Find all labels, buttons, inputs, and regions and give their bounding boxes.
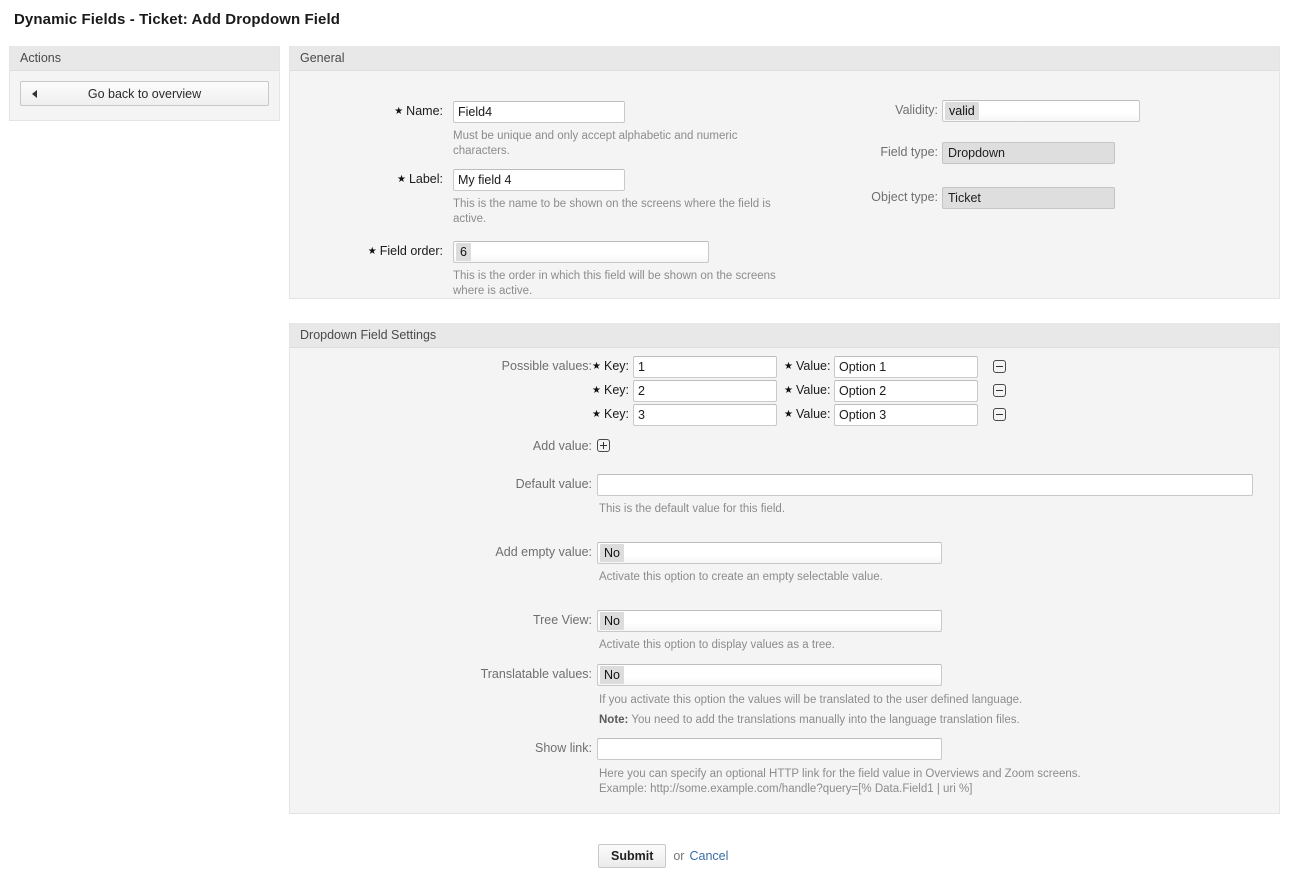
label-label: ★ Label: (396, 172, 443, 186)
name-hint: Must be unique and only accept alphabeti… (453, 130, 738, 157)
possible-value-value-input[interactable] (834, 404, 978, 426)
default-value-label: Default value: (515, 477, 592, 491)
add-empty-value-value: No (600, 544, 624, 562)
field-order-hint: This is the order in which this field wi… (453, 270, 776, 297)
show-link-input[interactable] (597, 738, 942, 760)
translatable-values-note: Note: You need to add the translations m… (599, 713, 1295, 728)
label-hint: This is the name to be shown on the scre… (453, 198, 771, 225)
dropdown-settings-header: Dropdown Field Settings (290, 323, 1279, 348)
cancel-link[interactable]: Cancel (689, 849, 728, 863)
validity-label: Validity: (895, 103, 938, 117)
required-star-icon: ★ (394, 106, 404, 117)
note-text: You need to add the translations manuall… (628, 714, 1020, 726)
required-star-icon: ★ (592, 409, 601, 420)
possible-value-key-input[interactable] (633, 380, 777, 402)
add-value-icon[interactable] (597, 439, 610, 452)
actions-body: Go back to overview (10, 71, 279, 120)
required-star-icon: ★ (784, 361, 793, 372)
possible-value-key-input[interactable] (633, 404, 777, 426)
value-label: ★ Value: (784, 383, 831, 397)
key-label: ★ Key: (592, 359, 629, 373)
or-text: or (673, 849, 685, 863)
actions-header: Actions (10, 46, 279, 71)
left-arrow-icon (32, 89, 37, 98)
show-link-hint-line2: Example: http://some.example.com/handle?… (599, 783, 973, 795)
tree-view-hint: Activate this option to display values a… (599, 639, 835, 651)
dropdown-settings-body: Possible values: ★Key: ★Value: ★Key: ★Va… (290, 348, 1279, 795)
possible-value-key-input[interactable] (633, 356, 777, 378)
translatable-values-value: No (600, 666, 624, 684)
default-value-input[interactable] (597, 474, 1253, 496)
name-input[interactable] (453, 101, 625, 123)
field-order-value: 6 (456, 243, 471, 261)
tree-view-value: No (600, 612, 624, 630)
value-label: ★ Value: (784, 407, 831, 421)
show-link-hint-line1: Here you can specify an optional HTTP li… (599, 768, 1081, 780)
translatable-values-hint: If you activate this option the values w… (599, 694, 1023, 706)
main-content: General ★Name: Must be unique and only a… (289, 46, 1280, 838)
add-empty-value-label: Add empty value: (495, 545, 592, 559)
possible-value-value-input[interactable] (834, 356, 978, 378)
field-type-value: Dropdown (942, 142, 1115, 164)
general-header: General (290, 46, 1279, 71)
possible-values-label: Possible values: (501, 359, 592, 373)
label-input[interactable] (453, 169, 625, 191)
go-back-to-overview-label: Go back to overview (87, 86, 202, 101)
actions-sidebar: Actions Go back to overview (9, 46, 280, 121)
remove-value-icon[interactable] (993, 384, 1006, 397)
dropdown-settings-widget: Dropdown Field Settings Possible values:… (289, 323, 1280, 814)
validity-value: valid (945, 102, 979, 120)
name-label: ★ Name: (394, 104, 443, 118)
required-star-icon: ★ (396, 174, 406, 185)
submit-button[interactable]: Submit (598, 844, 667, 868)
add-empty-value-hint: Activate this option to create an empty … (599, 571, 883, 583)
show-link-label: Show link: (535, 741, 592, 755)
object-type-label: Object type: (871, 190, 938, 204)
field-type-label: Field type: (880, 145, 938, 159)
field-order-label: ★ Field order: (367, 244, 443, 258)
translatable-values-select[interactable]: No (597, 664, 942, 686)
form-footer: Submit or Cancel (598, 844, 728, 868)
required-star-icon: ★ (784, 409, 793, 420)
possible-value-value-input[interactable] (834, 380, 978, 402)
go-back-to-overview-button[interactable]: Go back to overview (20, 81, 269, 106)
required-star-icon: ★ (367, 246, 377, 257)
object-type-value: Ticket (942, 187, 1115, 209)
required-star-icon: ★ (592, 385, 601, 396)
page-root: Dynamic Fields - Ticket: Add Dropdown Fi… (0, 0, 1295, 877)
page-title: Dynamic Fields - Ticket: Add Dropdown Fi… (14, 11, 341, 28)
default-value-hint: This is the default value for this field… (599, 503, 786, 515)
required-star-icon: ★ (784, 385, 793, 396)
required-star-icon: ★ (592, 361, 601, 372)
key-label: ★ Key: (592, 407, 629, 421)
validity-select[interactable]: valid (942, 100, 1140, 122)
add-value-label: Add value: (532, 439, 592, 453)
tree-view-label: Tree View: (532, 613, 592, 627)
tree-view-select[interactable]: No (597, 610, 942, 632)
translatable-values-label: Translatable values: (480, 667, 592, 681)
general-widget: General ★Name: Must be unique and only a… (289, 46, 1280, 299)
field-order-select[interactable]: 6 (453, 241, 709, 263)
value-label: ★ Value: (784, 359, 831, 373)
remove-value-icon[interactable] (993, 360, 1006, 373)
note-prefix: Note: (599, 714, 629, 726)
general-body: ★Name: Must be unique and only accept al… (290, 71, 1279, 297)
key-label: ★ Key: (592, 383, 629, 397)
add-empty-value-select[interactable]: No (597, 542, 942, 564)
remove-value-icon[interactable] (993, 408, 1006, 421)
